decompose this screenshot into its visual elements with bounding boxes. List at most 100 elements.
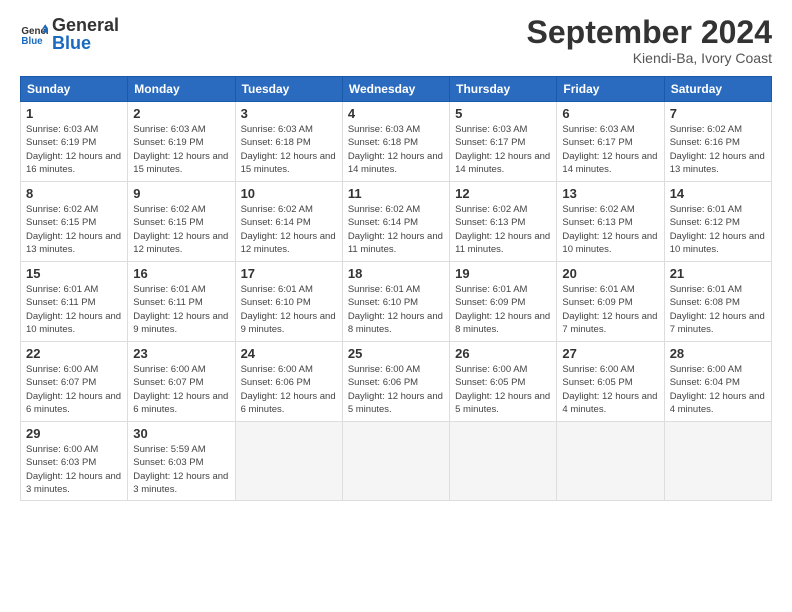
sunset: Sunset: 6:07 PM: [133, 377, 203, 388]
sunrise: Sunrise: 6:01 AM: [562, 284, 634, 295]
day-number: 13: [562, 186, 658, 201]
col-wednesday: Wednesday: [342, 77, 449, 102]
logo-text: General Blue: [52, 16, 119, 52]
calendar: Sunday Monday Tuesday Wednesday Thursday…: [20, 76, 772, 501]
daylight: Daylight: 12 hours and 12 minutes.: [241, 231, 336, 255]
day-info: Sunrise: 6:01 AMSunset: 6:11 PMDaylight:…: [26, 283, 122, 336]
sunset: Sunset: 6:11 PM: [26, 297, 96, 308]
sunrise: Sunrise: 6:01 AM: [670, 284, 742, 295]
table-row: [664, 422, 771, 501]
sunset: Sunset: 6:09 PM: [455, 297, 525, 308]
sunset: Sunset: 6:10 PM: [241, 297, 311, 308]
sunrise: Sunrise: 6:00 AM: [26, 444, 98, 455]
day-info: Sunrise: 6:01 AMSunset: 6:11 PMDaylight:…: [133, 283, 229, 336]
day-number: 26: [455, 346, 551, 361]
day-info: Sunrise: 6:03 AMSunset: 6:19 PMDaylight:…: [133, 123, 229, 176]
table-row: 24Sunrise: 6:00 AMSunset: 6:06 PMDayligh…: [235, 342, 342, 422]
table-row: 9 Sunrise: 6:02 AMSunset: 6:15 PMDaylight…: [128, 182, 235, 262]
sunrise: Sunrise: 6:00 AM: [241, 364, 313, 375]
table-row: 25Sunrise: 6:00 AMSunset: 6:06 PMDayligh…: [342, 342, 449, 422]
calendar-week-row: 15Sunrise: 6:01 AMSunset: 6:11 PMDayligh…: [21, 262, 772, 342]
sunrise: Sunrise: 6:03 AM: [133, 124, 205, 135]
daylight: Daylight: 12 hours and 12 minutes.: [133, 231, 228, 255]
calendar-week-row: 8 Sunrise: 6:02 AM Sunset: 6:15 PM Daylight…: [21, 182, 772, 262]
day-number: 21: [670, 266, 766, 281]
day-info: Sunrise: 6:02 AM Sunset: 6:15 PM Daylight:…: [26, 203, 122, 256]
day-number: 28: [670, 346, 766, 361]
daylight: Daylight: 12 hours and 10 minutes.: [562, 231, 657, 255]
sunset: Sunset: 6:19 PM: [26, 137, 96, 148]
table-row: 5Sunrise: 6:03 AMSunset: 6:17 PMDaylight…: [450, 102, 557, 182]
day-info: Sunrise: 6:00 AMSunset: 6:07 PMDaylight:…: [26, 363, 122, 416]
table-row: 10Sunrise: 6:02 AMSunset: 6:14 PMDayligh…: [235, 182, 342, 262]
day-number: 1: [26, 106, 122, 121]
day-number: 9: [133, 186, 229, 201]
day-number: 8: [26, 186, 122, 201]
sunset: Sunset: 6:13 PM: [562, 217, 632, 228]
sunrise: Sunrise: 6:02 AM: [455, 204, 527, 215]
sunrise: Sunrise: 6:00 AM: [670, 364, 742, 375]
day-number: 18: [348, 266, 444, 281]
day-number: 16: [133, 266, 229, 281]
sunrise: Sunrise: 6:02 AM: [348, 204, 420, 215]
day-number: 25: [348, 346, 444, 361]
table-row: 3Sunrise: 6:03 AMSunset: 6:18 PMDaylight…: [235, 102, 342, 182]
table-row: [557, 422, 664, 501]
sunrise: Sunrise: 6:02 AM: [26, 204, 98, 215]
daylight: Daylight: 12 hours and 10 minutes.: [26, 311, 121, 335]
day-info: Sunrise: 6:02 AMSunset: 6:13 PMDaylight:…: [455, 203, 551, 256]
day-info: Sunrise: 6:00 AMSunset: 6:03 PMDaylight:…: [26, 443, 122, 496]
table-row: 2Sunrise: 6:03 AMSunset: 6:19 PMDaylight…: [128, 102, 235, 182]
daylight: Daylight: 12 hours and 7 minutes.: [670, 311, 765, 335]
table-row: 30Sunrise: 5:59 AMSunset: 6:03 PMDayligh…: [128, 422, 235, 501]
sunrise: Sunrise: 6:03 AM: [562, 124, 634, 135]
sunset: Sunset: 6:13 PM: [455, 217, 525, 228]
daylight: Daylight: 12 hours and 4 minutes.: [670, 391, 765, 415]
daylight: Daylight: 12 hours and 7 minutes.: [562, 311, 657, 335]
day-number: 15: [26, 266, 122, 281]
daylight: Daylight: 12 hours and 15 minutes.: [241, 151, 336, 175]
header: General Blue General Blue September 2024…: [20, 16, 772, 66]
sunrise: Sunrise: 6:03 AM: [26, 124, 98, 135]
logo: General Blue General Blue: [20, 16, 119, 52]
logo-blue: Blue: [52, 34, 119, 52]
day-number: 5: [455, 106, 551, 121]
daylight: Daylight: 12 hours and 5 minutes.: [455, 391, 550, 415]
col-friday: Friday: [557, 77, 664, 102]
table-row: 18 Sunrise: 6:01 AMSunset: 6:10 PMDayligh…: [342, 262, 449, 342]
daylight: Daylight: 12 hours and 13 minutes.: [26, 231, 121, 255]
sunrise: Sunrise: 6:01 AM: [133, 284, 205, 295]
sunset: Sunset: 6:19 PM: [133, 137, 203, 148]
day-info: Sunrise: 6:02 AMSunset: 6:15 PMDaylight:…: [133, 203, 229, 256]
day-info: Sunrise: 6:02 AMSunset: 6:14 PMDaylight:…: [241, 203, 337, 256]
table-row: 1Sunrise: 6:03 AMSunset: 6:19 PMDaylight…: [21, 102, 128, 182]
sunset: Sunset: 6:16 PM: [670, 137, 740, 148]
table-row: 20Sunrise: 6:01 AMSunset: 6:09 PMDayligh…: [557, 262, 664, 342]
sunrise: Sunrise: 6:01 AM: [241, 284, 313, 295]
table-row: 19Sunrise: 6:01 AMSunset: 6:09 PMDayligh…: [450, 262, 557, 342]
day-info: Sunrise: 6:03 AMSunset: 6:18 PMDaylight:…: [241, 123, 337, 176]
sunrise: Sunrise: 5:59 AM: [133, 444, 205, 455]
table-row: 29Sunrise: 6:00 AMSunset: 6:03 PMDayligh…: [21, 422, 128, 501]
day-number: 17: [241, 266, 337, 281]
daylight: Daylight: 12 hours and 6 minutes.: [241, 391, 336, 415]
sunset: Sunset: 6:15 PM: [26, 217, 96, 228]
month-title: September 2024: [527, 16, 772, 48]
daylight: Daylight: 12 hours and 6 minutes.: [133, 391, 228, 415]
sunrise: Sunrise: 6:01 AM: [348, 284, 420, 295]
day-number: 12: [455, 186, 551, 201]
day-info: Sunrise: 6:01 AMSunset: 6:08 PMDaylight:…: [670, 283, 766, 336]
day-info: Sunrise: 6:01 AMSunset: 6:10 PMDaylight:…: [348, 283, 444, 336]
sunset: Sunset: 6:04 PM: [670, 377, 740, 388]
sunset: Sunset: 6:03 PM: [26, 457, 96, 468]
day-info: Sunrise: 6:00 AM Sunset: 6:07 PM Daylight:…: [133, 363, 229, 416]
col-tuesday: Tuesday: [235, 77, 342, 102]
day-number: 6: [562, 106, 658, 121]
sunrise: Sunrise: 6:00 AM: [348, 364, 420, 375]
sunrise: Sunrise: 6:00 AM: [26, 364, 98, 375]
table-row: 21 Sunrise: 6:01 AMSunset: 6:08 PMDayligh…: [664, 262, 771, 342]
sunset: Sunset: 6:18 PM: [348, 137, 418, 148]
sunrise: Sunrise: 6:00 AM: [133, 364, 205, 375]
sunset: Sunset: 6:05 PM: [562, 377, 632, 388]
daylight: Daylight: 12 hours and 5 minutes.: [348, 391, 443, 415]
